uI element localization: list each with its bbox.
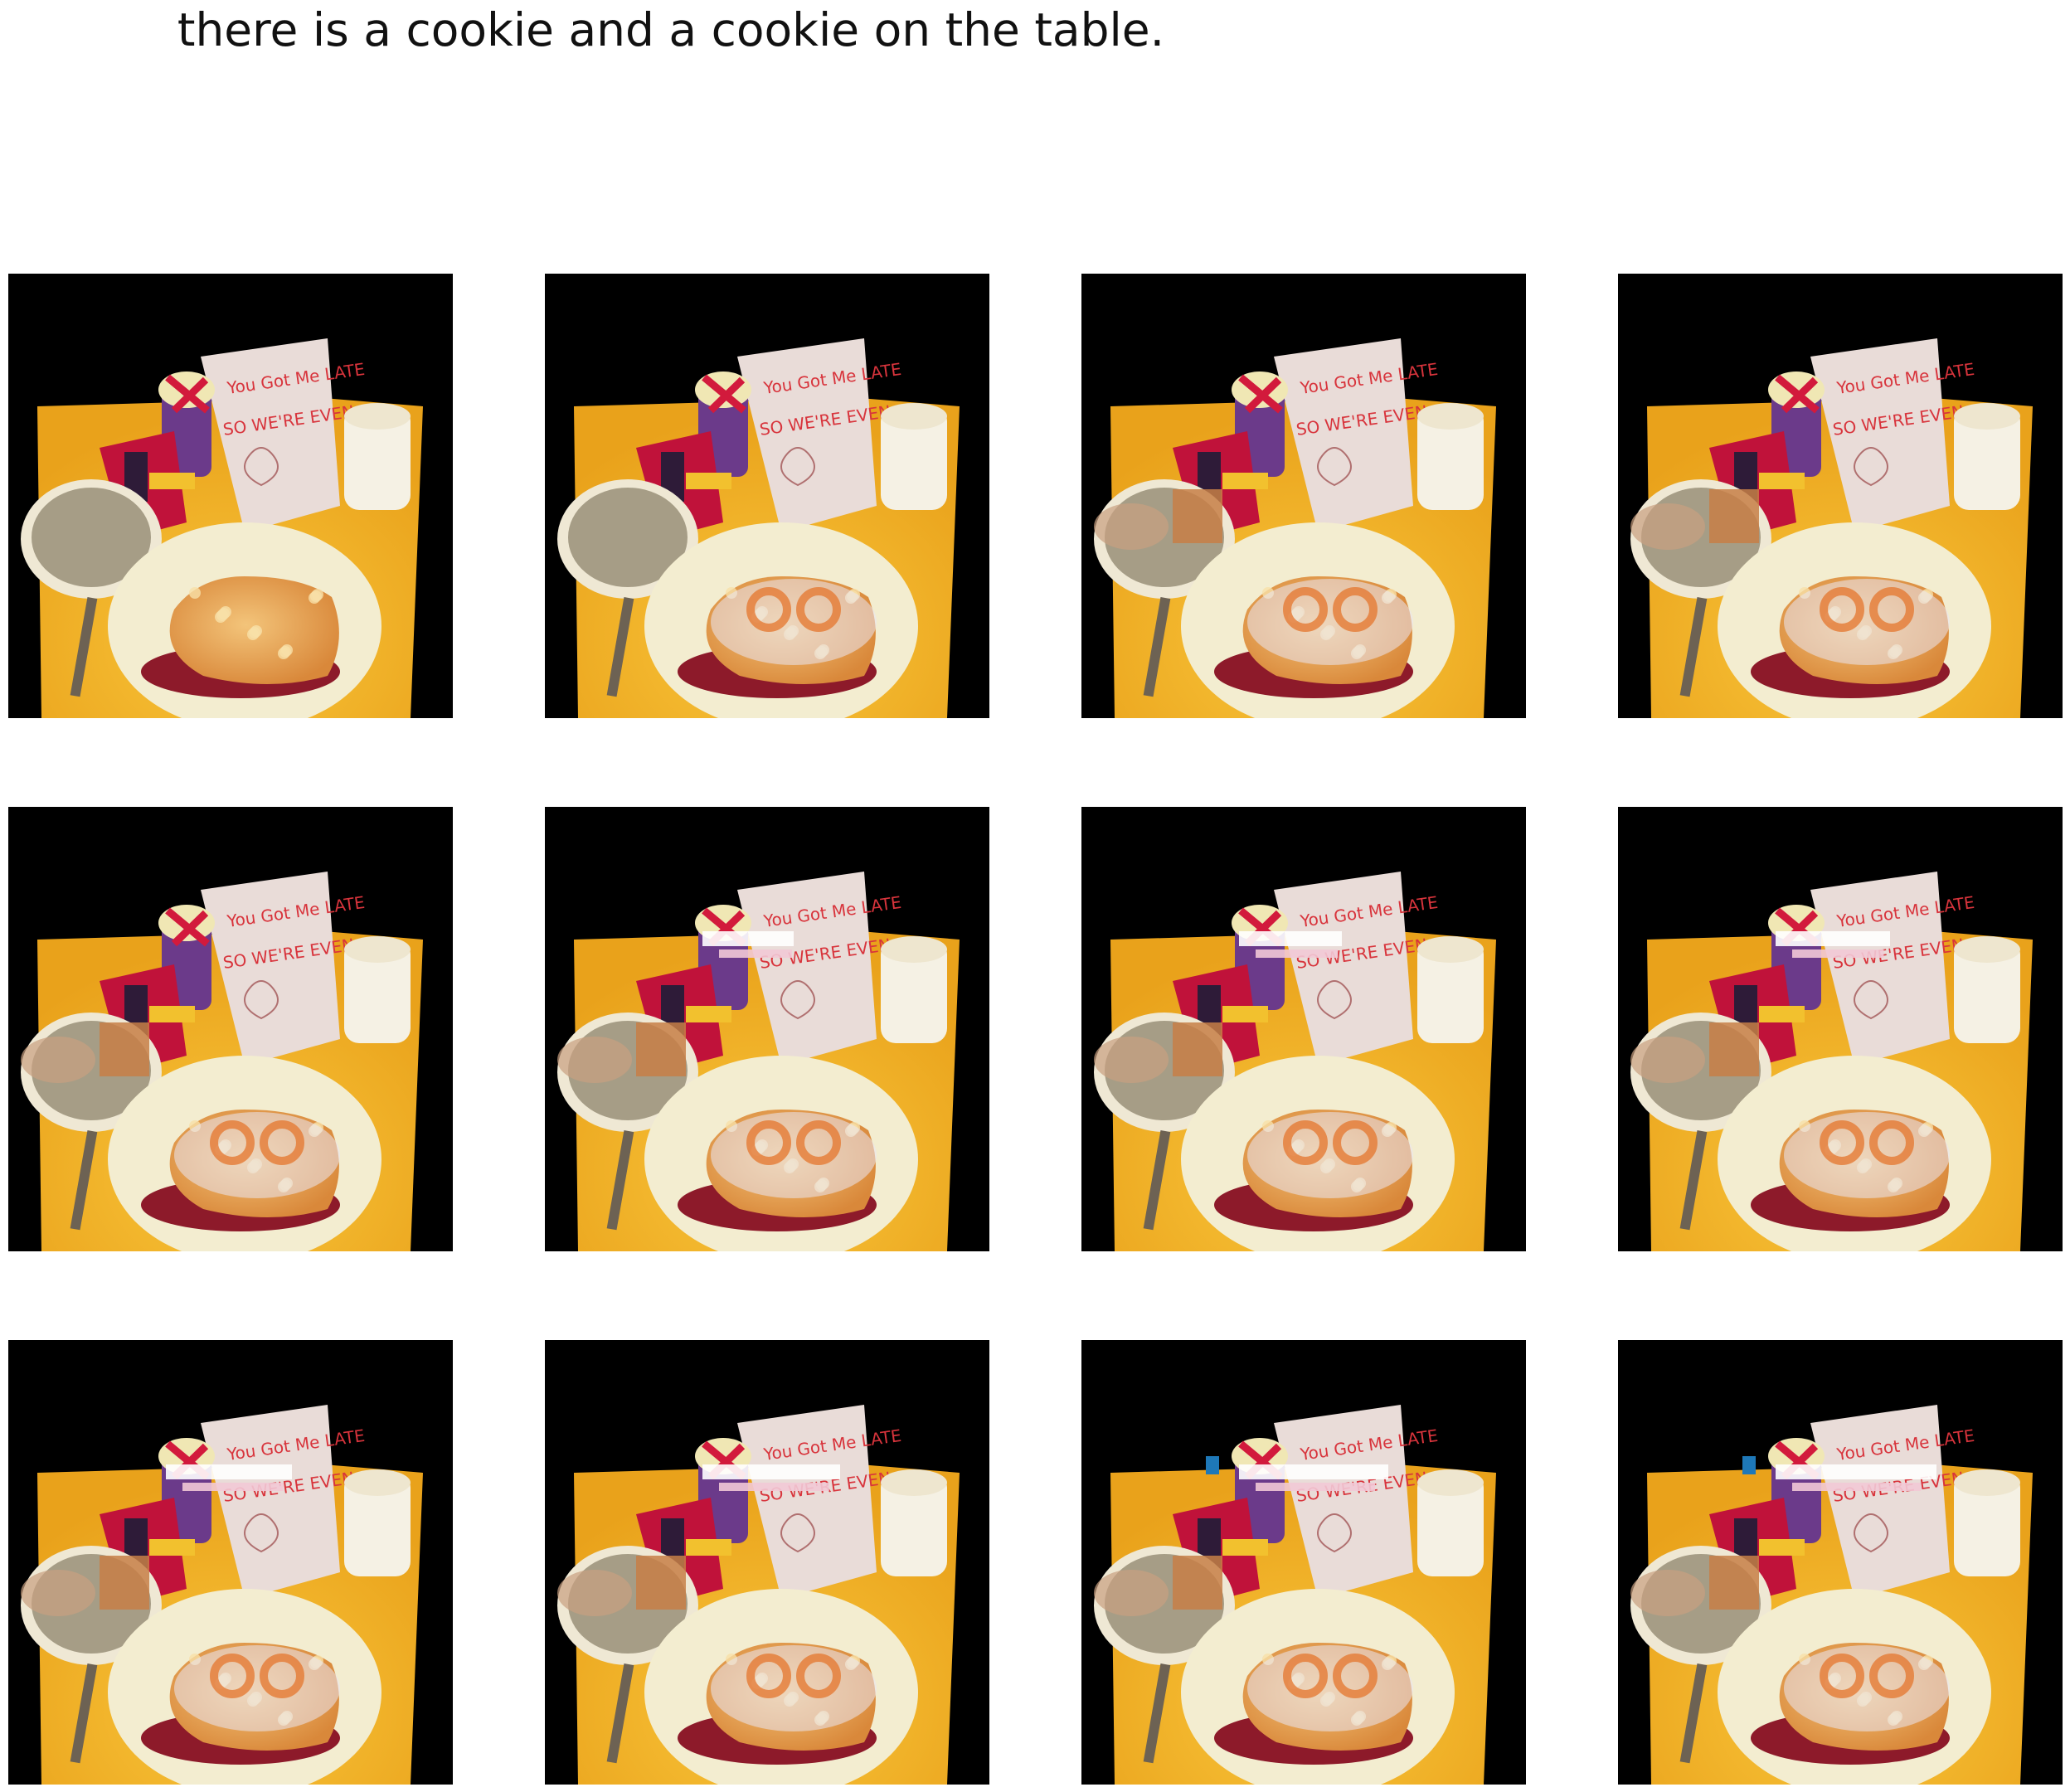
image-panel-5: You Got Me LATE SO WE'RE EVEN [8, 807, 453, 1251]
glitch-band [702, 931, 794, 946]
glitch-band [1776, 931, 1890, 946]
image-panel-9: You Got Me LATE SO WE'RE EVEN [8, 1340, 453, 1785]
image-panel-11: You Got Me LATE SO WE'RE EVEN [1081, 1340, 1526, 1785]
food-photo: You Got Me LATESO WE'RE EVEN [8, 274, 453, 718]
edit-overlay [1784, 1112, 1950, 1198]
food-photo: You Got Me LATESO WE'RE EVEN [1081, 807, 1526, 1251]
image-panel-1: You Got Me LATE SO WE'RE EVEN [8, 274, 453, 718]
glitch-band [702, 1464, 840, 1479]
edit-overlay [1247, 1112, 1413, 1198]
edit-overlay [1784, 579, 1950, 665]
image-panel-6: You Got Me LATE SO WE'RE EVEN [545, 807, 989, 1251]
image-panel-12: You Got Me LATE SO WE'RE EVEN [1618, 1340, 2063, 1785]
food-photo: You Got Me LATESO WE'RE EVEN [1081, 1340, 1526, 1785]
image-panel-4: You Got Me LATE SO WE'RE EVEN [1618, 274, 2063, 718]
image-panel-10: You Got Me LATE SO WE'RE EVEN [545, 1340, 989, 1785]
food-photo: You Got Me LATESO WE'RE EVEN [1618, 807, 2063, 1251]
glitch-band [1776, 1464, 1936, 1479]
glitch-band [1239, 1464, 1388, 1479]
food-photo: You Got Me LATESO WE'RE EVEN [8, 1340, 453, 1785]
edit-overlay [1247, 579, 1413, 665]
edit-overlay [174, 1645, 340, 1731]
image-panel-3: You Got Me LATE SO WE'RE EVEN [1081, 274, 1526, 718]
food-photo: You Got Me LATESO WE'RE EVEN [1081, 274, 1526, 718]
figure-caption: there is a cookie and a cookie on the ta… [177, 3, 1165, 56]
image-panel-7: You Got Me LATE SO WE'RE EVEN [1081, 807, 1526, 1251]
food-photo: You Got Me LATESO WE'RE EVEN [545, 1340, 989, 1785]
edit-overlay [711, 579, 877, 665]
food-photo: You Got Me LATESO WE'RE EVEN [8, 807, 453, 1251]
glitch-band [166, 1464, 292, 1479]
food-photo: You Got Me LATESO WE'RE EVEN [545, 274, 989, 718]
glitch-band [1239, 931, 1342, 946]
food-photo: You Got Me LATESO WE'RE EVEN [1618, 274, 2063, 718]
image-panel-2: You Got Me LATE SO WE'RE EVEN [545, 274, 989, 718]
edit-overlay [1247, 1645, 1413, 1731]
food-photo: You Got Me LATESO WE'RE EVEN [1618, 1340, 2063, 1785]
edit-overlay [1784, 1645, 1950, 1731]
edit-overlay [174, 1112, 340, 1198]
image-panel-8: You Got Me LATE SO WE'RE EVEN [1618, 807, 2063, 1251]
edit-overlay [711, 1645, 877, 1731]
food-photo: You Got Me LATESO WE'RE EVEN [545, 807, 989, 1251]
edit-overlay [711, 1112, 877, 1198]
